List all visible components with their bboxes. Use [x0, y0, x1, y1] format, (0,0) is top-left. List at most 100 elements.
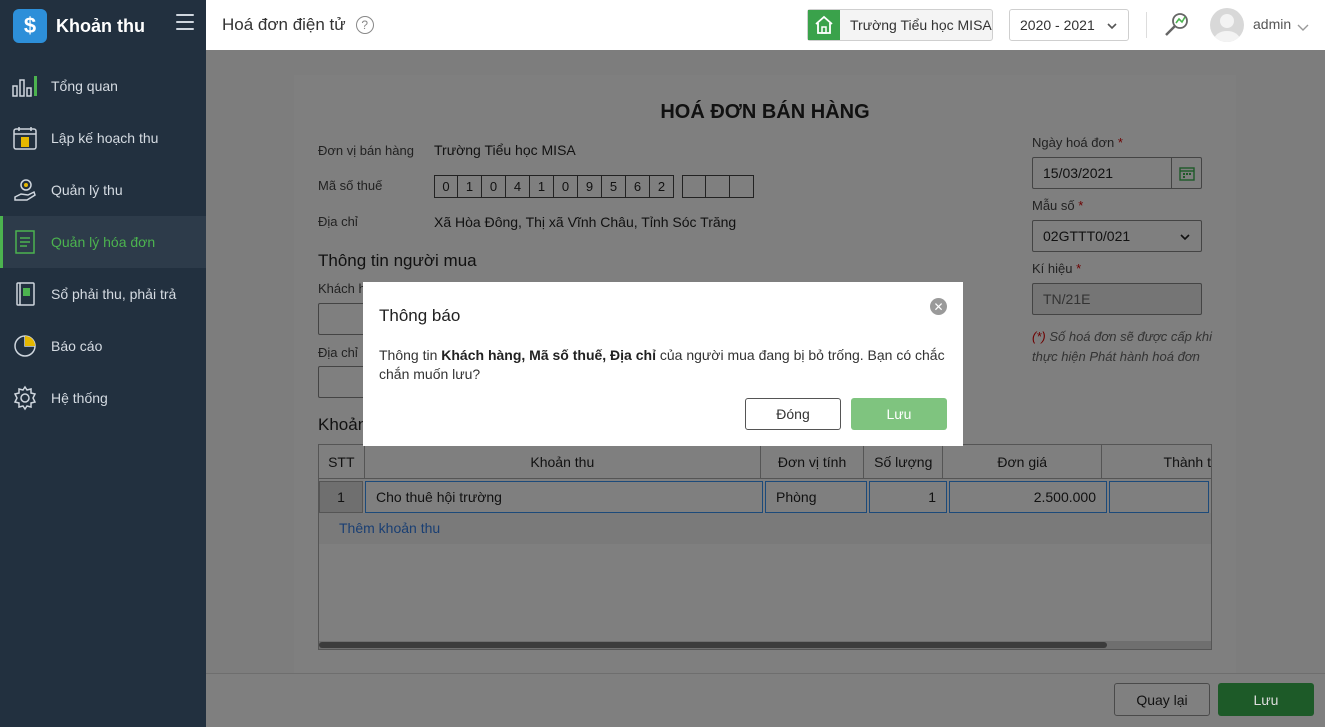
school-year-select[interactable]: 2020 - 2021 — [1009, 9, 1129, 41]
horizontal-scrollbar[interactable] — [319, 641, 1211, 649]
buyer-customer-label: Khách h — [318, 281, 366, 296]
tax-digit: 6 — [626, 175, 650, 198]
sidebar-item-label: Lập kế hoạch thu — [51, 130, 159, 146]
tax-digit: 9 — [578, 175, 602, 198]
sidebar-item-label: Quản lý thu — [51, 182, 123, 198]
table-row[interactable]: 1 Cho thuê hội trường Phòng 1 2.500.000 — [319, 481, 1211, 513]
tax-digit: 4 — [506, 175, 530, 198]
tax-digit: 2 — [650, 175, 674, 198]
add-row-band — [319, 513, 1211, 544]
sidebar-item-label: Báo cáo — [51, 338, 103, 354]
tax-digit-extra — [682, 175, 706, 198]
page-title: Hoá đơn điện tử — [222, 15, 346, 34]
cell-total[interactable] — [1109, 481, 1209, 513]
app-title: Khoản thu — [56, 15, 145, 36]
buyer-address-label: Địa chỉ — [318, 345, 358, 360]
invoice-title: HOÁ ĐƠN BÁN HÀNG — [660, 101, 870, 123]
close-icon[interactable]: ✕ — [930, 298, 947, 315]
tax-digit: 5 — [602, 175, 626, 198]
sidebar-item-planning[interactable]: Lập kế hoạch thu — [0, 112, 206, 164]
template-value: 02GTTT0/021 — [1043, 228, 1131, 244]
pie-chart-icon — [11, 332, 39, 360]
dialog-message: Thông tin Khách hàng, Mã số thuế, Địa ch… — [379, 347, 945, 382]
column-header-qty: Số lượng — [864, 445, 944, 478]
school-year-value: 2020 - 2021 — [1020, 17, 1095, 33]
cell-stt: 1 — [319, 481, 363, 513]
chevron-down-icon[interactable] — [1297, 19, 1309, 35]
template-label: Mẫu số * — [1032, 198, 1084, 213]
invoice-number-note: (*) Số hoá đơn sẽ được cấp khi thực hiện… — [1032, 329, 1213, 364]
sidebar-item-invoices[interactable]: Quản lý hóa đơn — [0, 216, 206, 268]
header-divider — [1146, 12, 1147, 38]
column-header-price: Đơn giá — [943, 445, 1102, 478]
buyer-section-title: Thông tin người mua — [318, 251, 477, 270]
symbol-input[interactable]: TN/21E — [1032, 283, 1202, 315]
school-selector[interactable]: Trường Tiểu học MISA — [807, 9, 993, 41]
dialog-title: Thông báo — [379, 306, 461, 325]
tax-code-boxes: 0 1 0 4 1 0 9 5 6 2 — [434, 175, 754, 198]
search-tool-icon[interactable] — [1161, 10, 1191, 43]
sidebar-item-label: Hệ thống — [51, 390, 108, 406]
table-header: STT Khoản thu Đơn vị tính Số lượng Đơn g… — [319, 445, 1211, 479]
sidebar-item-revenue[interactable]: Quản lý thu — [0, 164, 206, 216]
sidebar-item-label: Quản lý hóa đơn — [51, 234, 156, 250]
address-label: Địa chỉ — [318, 214, 358, 229]
tax-digit-extra — [730, 175, 754, 198]
cell-qty[interactable]: 1 — [869, 481, 947, 513]
column-header-total: Thành t — [1163, 453, 1211, 470]
add-item-link[interactable]: Thêm khoản thu — [339, 520, 440, 536]
help-icon[interactable]: ? — [355, 16, 374, 34]
symbol-value: TN/21E — [1043, 291, 1091, 307]
items-section-title: Khoản — [318, 415, 368, 434]
tax-code-label: Mã số thuế — [318, 178, 383, 193]
column-header-stt: STT — [319, 445, 365, 478]
top-header: Hoá đơn điện tử ? Trường Tiểu học MISA 2… — [206, 0, 1325, 50]
chart-bars-icon — [11, 72, 39, 100]
seller-label: Đơn vị bán hàng — [318, 143, 414, 158]
items-table: STT Khoản thu Đơn vị tính Số lượng Đơn g… — [318, 444, 1212, 650]
sidebar-item-label: Sổ phải thu, phải trả — [51, 286, 177, 302]
hamburger-menu-icon[interactable] — [176, 14, 194, 30]
dialog-close-button[interactable]: Đóng — [745, 398, 841, 430]
sidebar-item-system[interactable]: Hệ thống — [0, 372, 206, 424]
seller-value: Trường Tiểu học MISA — [434, 142, 576, 158]
column-header-item: Khoản thu — [365, 445, 762, 478]
sidebar-nav: Tổng quan Lập kế hoạch thu Quản lý thu Q… — [0, 60, 206, 424]
chevron-down-icon — [1179, 230, 1191, 246]
invoice-date-input[interactable]: 15/03/2021 — [1032, 157, 1202, 189]
cell-item[interactable]: Cho thuê hội trường — [365, 481, 763, 513]
cell-unit[interactable]: Phòng — [765, 481, 867, 513]
back-button[interactable]: Quay lại — [1114, 683, 1210, 716]
tax-digit: 0 — [482, 175, 506, 198]
sidebar-item-reports[interactable]: Báo cáo — [0, 320, 206, 372]
column-header-unit: Đơn vị tính — [761, 445, 865, 478]
chevron-down-icon — [1106, 19, 1118, 35]
dialog-save-button[interactable]: Lưu — [851, 398, 947, 430]
school-name: Trường Tiểu học MISA — [850, 17, 992, 33]
template-select[interactable]: 02GTTT0/021 — [1032, 220, 1202, 252]
footer-bar: Quay lại Lưu — [206, 673, 1325, 727]
sidebar-item-overview[interactable]: Tổng quan — [0, 60, 206, 112]
save-button[interactable]: Lưu — [1218, 683, 1314, 716]
invoice-date-value: 15/03/2021 — [1043, 165, 1114, 181]
calendar-money-icon — [11, 124, 39, 152]
invoice-date-label: Ngày hoá đơn * — [1032, 135, 1123, 150]
avatar[interactable] — [1210, 8, 1244, 42]
confirm-dialog: Thông báo ✕ Thông tin Khách hàng, Mã số … — [363, 282, 963, 446]
cell-price[interactable]: 2.500.000 — [949, 481, 1107, 513]
symbol-label: Kí hiệu * — [1032, 261, 1082, 276]
calendar-icon[interactable] — [1171, 158, 1201, 188]
tax-digit-extra — [706, 175, 730, 198]
sidebar-item-ledger[interactable]: Sổ phải thu, phải trả — [0, 268, 206, 320]
scrollbar-thumb[interactable] — [319, 642, 1107, 648]
tax-digit: 0 — [434, 175, 458, 198]
document-icon — [11, 228, 39, 256]
tax-digit: 0 — [554, 175, 578, 198]
hand-coin-icon — [11, 176, 39, 204]
dollar-logo-icon: $ — [13, 9, 47, 43]
school-house-icon — [808, 10, 840, 40]
sidebar-item-label: Tổng quan — [51, 78, 118, 94]
address-value: Xã Hòa Đông, Thị xã Vĩnh Châu, Tỉnh Sóc … — [434, 214, 737, 230]
user-name[interactable]: admin — [1253, 16, 1291, 32]
tax-digit: 1 — [530, 175, 554, 198]
